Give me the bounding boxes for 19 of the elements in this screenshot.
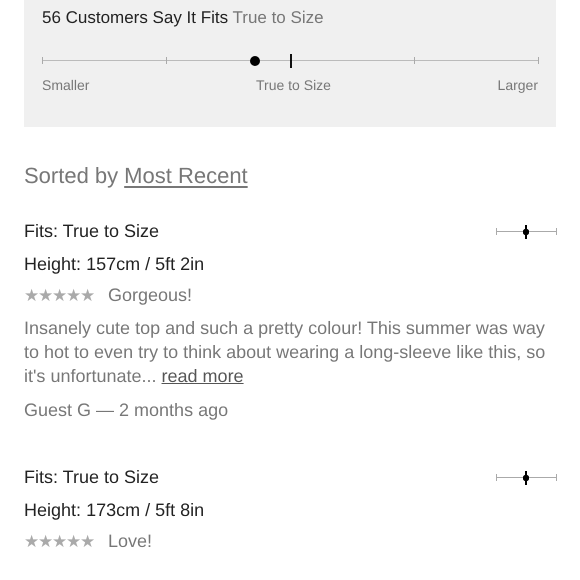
height-label: Height: (24, 500, 82, 520)
review-title: Love! (108, 531, 152, 552)
height-label: Height: (24, 254, 82, 274)
scale-label: Larger (498, 77, 538, 93)
star-rating: ★★★★★ (24, 531, 94, 552)
height-value: 157cm / 5ft 2in (86, 254, 204, 274)
star-rating: ★★★★★ (24, 285, 94, 306)
review-title: Gorgeous! (108, 285, 192, 306)
review-text: Insanely cute top and such a pretty colour! This summer was way to hot to even try to think about wearing a long-sleeve like this, so it's unfortunate... read more (24, 317, 546, 388)
height-value: 173cm / 5ft 8in (86, 500, 204, 520)
sort-label: Sorted by (24, 163, 118, 188)
fit-label: Fits: True to Size (24, 467, 160, 488)
scale-label: Smaller (42, 77, 90, 93)
scale-label: True to Size (256, 77, 331, 93)
sort-option-link[interactable]: Most Recent (124, 163, 248, 188)
review-author: Guest G — 2 months ago (24, 400, 230, 421)
fit-summary-title: 56 Customers Say It Fits True to Size (42, 8, 325, 28)
read-more-link[interactable]: read more (162, 366, 244, 386)
fit-label: Fits: True to Size (24, 221, 160, 242)
